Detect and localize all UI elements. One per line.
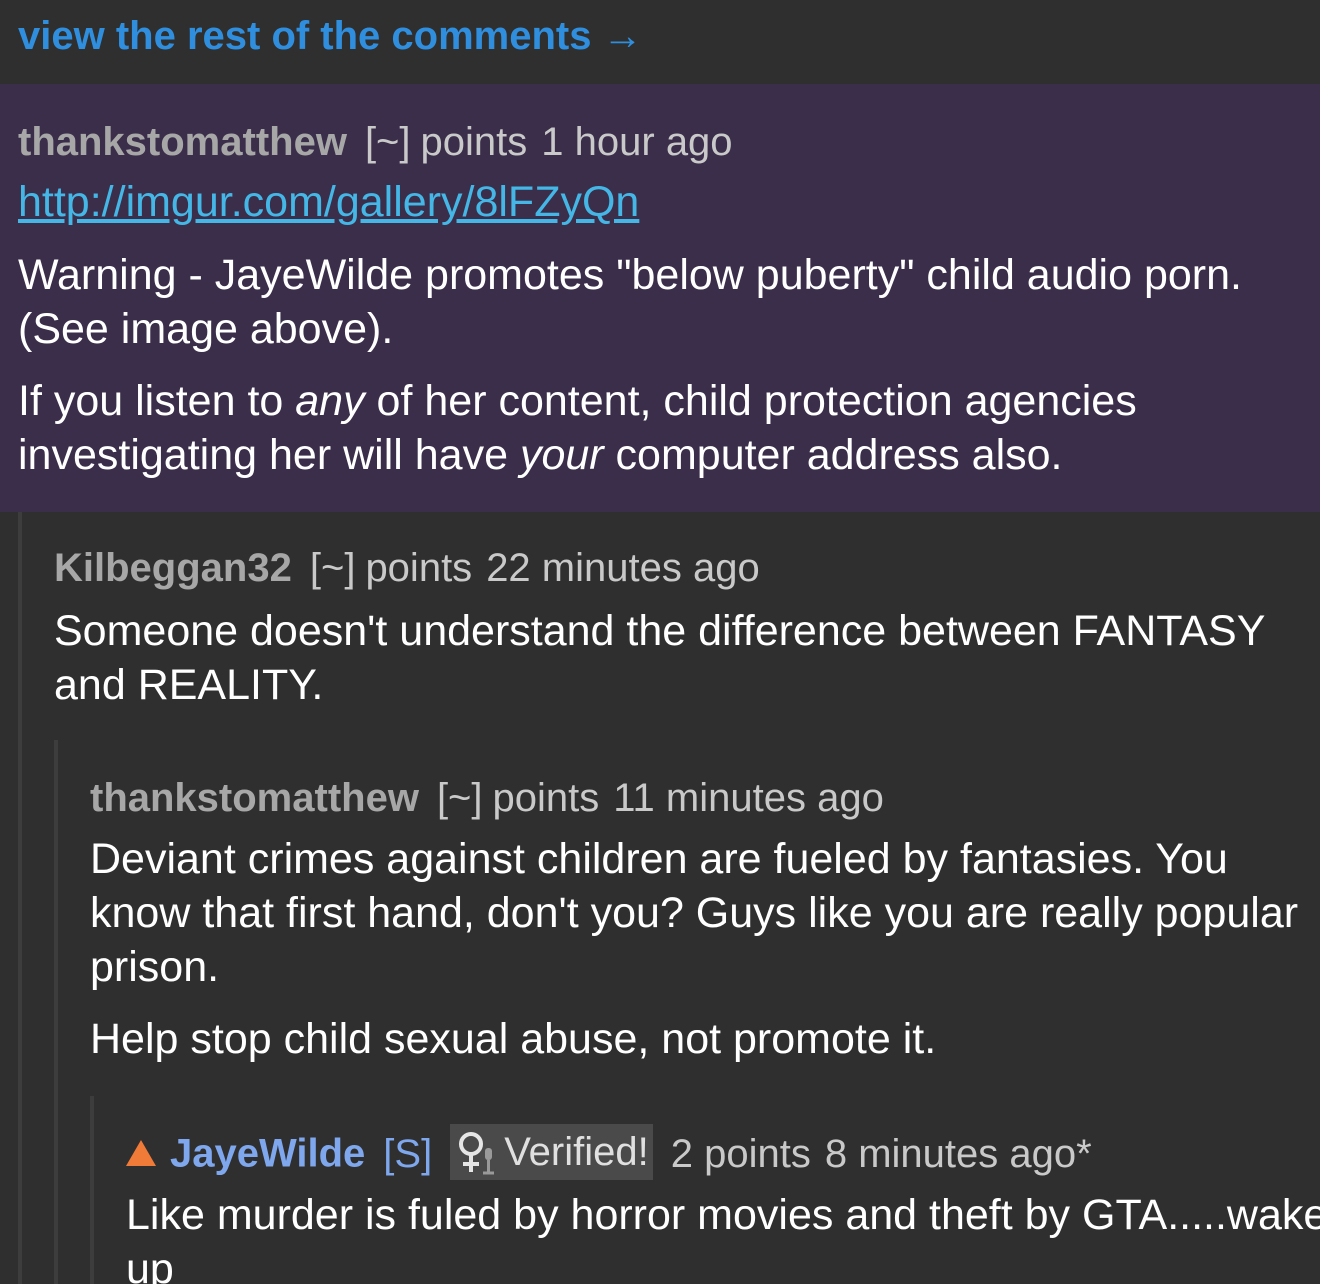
text-run: If you listen to: [18, 377, 296, 425]
points-label: points: [492, 776, 600, 820]
comment-author-op[interactable]: JayeWilde: [170, 1132, 365, 1176]
submitter-tag[interactable]: [S]: [383, 1132, 432, 1176]
text-run: computer address also.: [603, 431, 1063, 479]
comment-body-paragraph: Like murder is fuled by horror movies an…: [126, 1188, 1320, 1284]
comment-line: and REALITY.: [54, 661, 324, 709]
comment-line: know that first hand, don't you? Guys li…: [90, 889, 1299, 937]
comment-body-paragraph: Someone doesn't understand the differenc…: [54, 604, 1265, 712]
comment-body-paragraph: If you listen to any of her content, chi…: [18, 374, 1137, 482]
comment-time: 22 minutes ago: [486, 546, 760, 590]
comment-line: Warning - JayeWilde promotes "below pube…: [18, 251, 1242, 299]
comment-line: Like murder is fuled by horror movies an…: [126, 1191, 1320, 1239]
comment-line: up: [126, 1245, 174, 1284]
comment-time: 11 minutes ago: [613, 776, 884, 820]
thread-indent-line[interactable]: [90, 1096, 94, 1284]
comment-author[interactable]: thankstomatthew: [18, 120, 347, 164]
comment-line: Someone doesn't understand the differenc…: [54, 607, 1266, 655]
comment-meta: Kilbeggan32 [~] points 22 minutes ago: [54, 546, 760, 591]
comment-author[interactable]: Kilbeggan32: [54, 546, 292, 590]
emphasis-text: any: [295, 377, 365, 425]
comment-body-paragraph: Deviant crimes against children are fuel…: [90, 832, 1298, 994]
comment-body-paragraph: Warning - JayeWilde promotes "below pube…: [18, 248, 1242, 356]
comment-meta: JayeWilde [S] Verified! 2 points 8 minutes …: [126, 1124, 1092, 1184]
comment-line: prison.: [90, 943, 220, 991]
points-label: points: [420, 120, 528, 164]
text-run: of her content, child protection agencie…: [364, 377, 1137, 425]
female-microphone-icon: [459, 1132, 495, 1175]
flair-text: Verified!: [504, 1130, 649, 1174]
comment-author[interactable]: thankstomatthew: [90, 776, 419, 820]
comment-time: 8 minutes ago*: [824, 1131, 1092, 1176]
top-link-bar: view the rest of the comments →: [0, 0, 1320, 84]
comment-line: (See image above).: [18, 305, 394, 353]
score-toggle[interactable]: [~]: [310, 546, 356, 590]
comment-line: If you listen to any of her content, chi…: [18, 374, 1137, 428]
comment-thread-page: view the rest of the comments → thanksto…: [0, 0, 1320, 1284]
score-toggle[interactable]: [~]: [437, 776, 483, 820]
comment-body-paragraph: Help stop child sexual abuse, not promot…: [90, 1015, 937, 1063]
score-toggle[interactable]: [~]: [365, 120, 411, 164]
comment-line: investigating her will have your compute…: [18, 428, 1137, 482]
comment-meta: thankstomatthew [~] points 1 hour ago: [18, 120, 733, 165]
emphasis-text: your: [519, 431, 604, 479]
points-label: points: [365, 546, 473, 590]
view-rest-of-comments-link[interactable]: view the rest of the comments →: [18, 14, 643, 59]
points-label: 2 points: [670, 1131, 811, 1176]
imgur-link[interactable]: http://imgur.com/gallery/8lFZyQn: [18, 178, 639, 227]
upvote-arrow-icon[interactable]: [126, 1140, 156, 1166]
comment-line: Deviant crimes against children are fuel…: [90, 835, 1228, 883]
text-run: investigating her will have: [18, 431, 520, 479]
thread-indent-line[interactable]: [54, 740, 58, 1284]
comment-time: 1 hour ago: [541, 120, 733, 164]
comment-meta: thankstomatthew [~] points 11 minutes ago: [90, 776, 884, 821]
user-flair: Verified!: [450, 1124, 653, 1180]
thread-indent-line[interactable]: [18, 512, 22, 1284]
